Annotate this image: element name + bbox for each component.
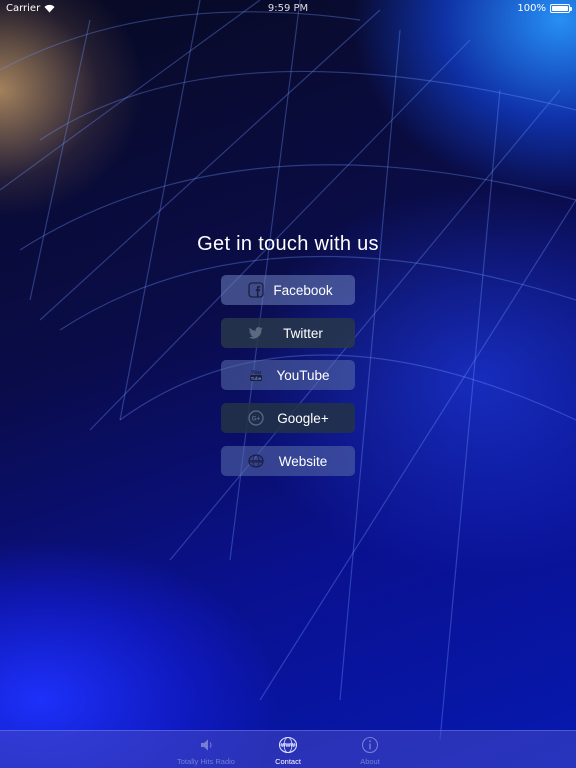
twitter-label: Twitter: [283, 325, 323, 341]
status-bar: Carrier 9:59 PM 100%: [0, 0, 576, 17]
youtube-button[interactable]: You Tube YouTube: [221, 360, 355, 390]
info-icon: [361, 736, 379, 754]
facebook-label: Facebook: [273, 282, 333, 298]
tab-bar: Totally Hits Radio WWW Contact About: [0, 730, 576, 768]
youtube-label: YouTube: [276, 367, 330, 383]
svg-text:WWW: WWW: [281, 743, 295, 749]
website-button[interactable]: WWW Website: [221, 446, 355, 476]
battery-icon: [550, 4, 572, 13]
battery-percent: 100%: [517, 3, 546, 14]
speaker-icon: [201, 739, 212, 751]
google-plus-label: Google+: [277, 410, 329, 426]
website-label: Website: [278, 453, 328, 469]
tab-about[interactable]: About: [320, 731, 420, 768]
facebook-button[interactable]: Facebook: [221, 275, 355, 305]
twitter-button[interactable]: Twitter: [221, 318, 355, 348]
page-title: Get in touch with us: [197, 233, 379, 255]
google-plus-button[interactable]: G+ Google+: [221, 403, 355, 433]
status-time: 9:59 PM: [267, 3, 309, 14]
wifi-icon: [44, 4, 55, 13]
tab-about-label: About: [360, 757, 380, 766]
carrier-label: Carrier: [6, 3, 41, 14]
www-globe-icon: WWW: [278, 736, 298, 754]
